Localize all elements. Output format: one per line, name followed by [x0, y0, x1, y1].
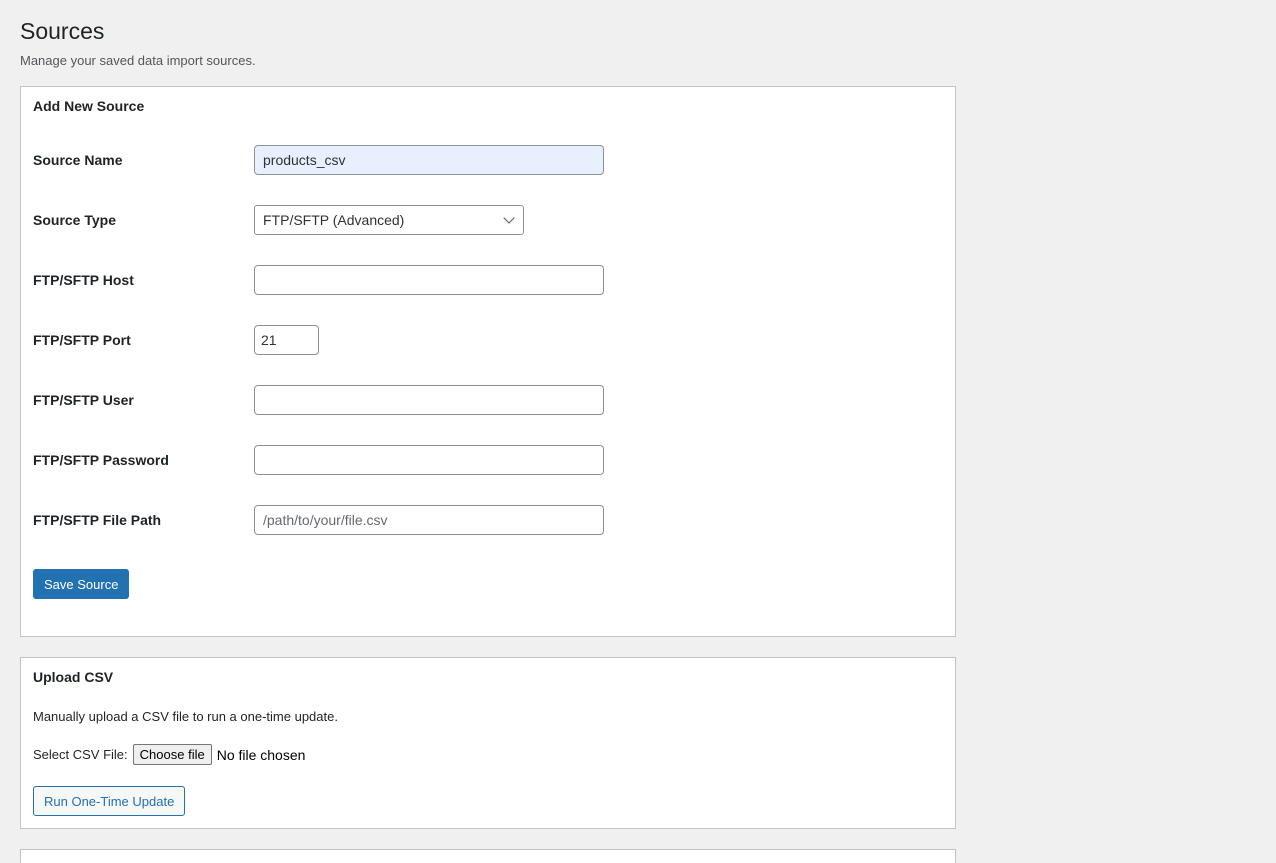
- label-source-name: Source Name: [33, 152, 123, 168]
- row-host: FTP/SFTP Host: [33, 265, 604, 295]
- row-password: FTP/SFTP Password: [33, 445, 604, 475]
- select-csv-label: Select CSV File:: [33, 747, 128, 762]
- upload-csv-card: Upload CSV Manually upload a CSV file to…: [20, 657, 956, 829]
- choose-file-button[interactable]: Choose file: [132, 744, 212, 765]
- card-title-add-source: Add New Source: [33, 98, 145, 114]
- source-name-input[interactable]: products_csv: [254, 145, 604, 175]
- port-value: 21: [261, 332, 277, 348]
- file-path-placeholder: /path/to/your/file.csv: [263, 512, 388, 528]
- row-source-type: Source Type FTP/SFTP (Advanced): [33, 205, 524, 235]
- row-source-name: Source Name products_csv: [33, 145, 604, 175]
- label-host: FTP/SFTP Host: [33, 272, 134, 288]
- source-type-select[interactable]: FTP/SFTP (Advanced): [254, 205, 524, 235]
- file-select-row: Select CSV File: Choose file No file cho…: [33, 744, 305, 765]
- row-file-path: FTP/SFTP File Path /path/to/your/file.cs…: [33, 505, 604, 535]
- row-port: FTP/SFTP Port 21: [33, 325, 319, 355]
- label-port: FTP/SFTP Port: [33, 332, 131, 348]
- file-path-input[interactable]: /path/to/your/file.csv: [254, 505, 604, 535]
- label-source-type: Source Type: [33, 212, 116, 228]
- password-input[interactable]: [254, 445, 604, 475]
- add-source-card: Add New Source Source Name products_csv …: [20, 86, 956, 637]
- page-description: Manage your saved data import sources.: [20, 53, 256, 68]
- label-file-path: FTP/SFTP File Path: [33, 512, 162, 528]
- chevron-down-icon: [503, 212, 515, 224]
- page-wrap: Sources Manage your saved data import so…: [0, 0, 1276, 863]
- user-input[interactable]: [254, 385, 604, 415]
- label-user: FTP/SFTP User: [33, 392, 134, 408]
- port-input[interactable]: 21: [254, 325, 319, 355]
- page-title: Sources: [20, 18, 105, 44]
- run-one-time-update-button[interactable]: Run One-Time Update: [33, 786, 186, 816]
- source-type-value: FTP/SFTP (Advanced): [263, 212, 405, 228]
- label-password: FTP/SFTP Password: [33, 452, 169, 468]
- card-title-upload-csv: Upload CSV: [33, 669, 114, 685]
- upload-description: Manually upload a CSV file to run a one-…: [33, 709, 338, 724]
- host-input[interactable]: [254, 265, 604, 295]
- save-source-button[interactable]: Save Source: [33, 569, 130, 599]
- row-user: FTP/SFTP User: [33, 385, 604, 415]
- source-name-value: products_csv: [263, 152, 346, 168]
- next-card: [20, 849, 956, 863]
- file-status: No file chosen: [216, 746, 306, 763]
